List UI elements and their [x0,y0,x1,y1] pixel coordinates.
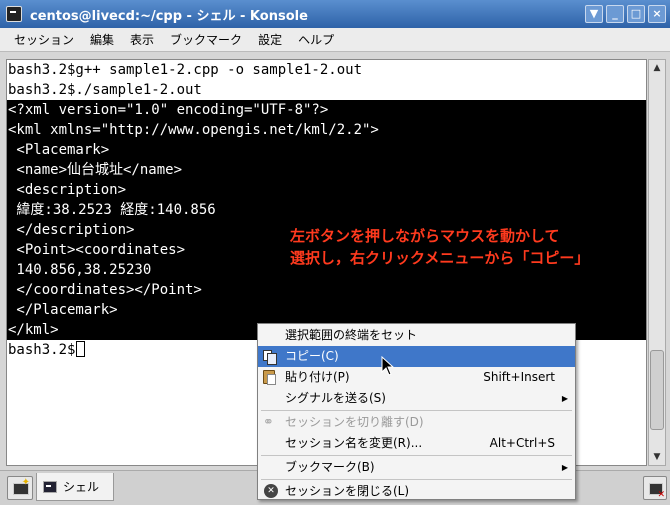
menu-item-detach-session: ⚭ セッションを切り離す(D) [258,412,575,433]
title-bar[interactable]: centos@livecd:~/cpp - シェル - Konsole ▼ _ … [0,0,670,28]
menu-item-set-selection-end[interactable]: 選択範囲の終端をセット [258,325,575,346]
terminal-line: bash3.2$g++ sample1-2.cpp -o sample1-2.o… [8,62,363,78]
close-session-button[interactable] [643,476,667,500]
menu-separator [261,410,572,411]
context-menu: 選択範囲の終端をセット コピー(C) 貼り付け(P) Shift+Insert … [257,323,576,500]
terminal-line-selected: 緯度:38.2523 経度:140.856 [7,200,646,220]
menu-item-rename-session[interactable]: セッション名を変更(R)... Alt+Ctrl+S [258,433,575,454]
close-session-icon: ✕ [264,484,278,498]
menu-item-label: コピー(C) [285,349,339,363]
terminal-icon [43,480,57,493]
paste-icon [263,370,276,385]
tab-label: シェル [63,480,100,494]
terminal-line-selected: </Placemark> [7,300,646,320]
konsole-app-icon[interactable] [6,6,22,22]
terminal-prompt: bash3.2$ [8,342,76,358]
copy-icon [263,350,277,365]
menu-item-copy[interactable]: コピー(C) [258,346,575,367]
menu-item-label: 貼り付け(P) [285,370,350,384]
instruction-annotation: 左ボタンを押しながらマウスを動かして 選択し，右クリックメニューから「コピー」 [290,225,589,269]
scrollbar-thumb[interactable] [650,350,664,430]
window-controls: ▼ _ □ × [585,5,666,23]
terminal-line-selected: <?xml version="1.0" encoding="UTF-8"?> [7,100,646,120]
close-window-button[interactable]: × [648,5,666,23]
terminal-line: bash3.2$./sample1-2.out [8,82,202,98]
terminal-scrollbar[interactable]: ▲ ▼ [648,59,666,466]
menu-session[interactable]: セッション [6,31,82,48]
menu-item-label: セッションを閉じる(L) [285,484,410,498]
menu-item-label: セッションを切り離す(D) [285,415,424,429]
terminal-line-selected: <Placemark> [7,140,646,160]
menu-item-bookmarks[interactable]: ブックマーク(B) ▶ [258,457,575,478]
maximize-button[interactable]: □ [627,5,645,23]
menu-edit[interactable]: 編集 [82,31,122,48]
menu-item-send-signal[interactable]: シグナルを送る(S) ▶ [258,388,575,409]
menu-item-label: 選択範囲の終端をセット [285,328,418,342]
menu-item-label: セッション名を変更(R)... [285,436,423,450]
menu-separator [261,455,572,456]
menu-view[interactable]: 表示 [122,31,162,48]
tab-shell[interactable]: シェル [36,473,114,501]
menu-item-label: ブックマーク(B) [285,460,375,474]
menu-item-paste[interactable]: 貼り付け(P) Shift+Insert [258,367,575,388]
scroll-up-arrow-icon[interactable]: ▲ [649,60,665,76]
terminal-line-selected: </coordinates></Point> [7,280,646,300]
window-menu-button[interactable]: ▼ [585,5,603,23]
annotation-line: 左ボタンを押しながらマウスを動かして [290,227,560,245]
terminal-line-selected: <kml xmlns="http://www.opengis.net/kml/2… [7,120,646,140]
minimize-button[interactable]: _ [606,5,624,23]
window-title: centos@livecd:~/cpp - シェル - Konsole [30,8,308,24]
menu-help[interactable]: ヘルプ [290,31,342,48]
scroll-down-arrow-icon[interactable]: ▼ [649,449,665,465]
annotation-line: 選択し，右クリックメニューから「コピー」 [290,249,590,267]
menu-bar: セッション 編集 表示 ブックマーク 設定 ヘルプ [0,28,670,52]
menu-item-shortcut: Shift+Insert [483,370,555,384]
submenu-arrow-icon: ▶ [561,463,568,472]
mouse-pointer-icon [381,356,395,376]
menu-item-label: シグナルを送る(S) [285,391,386,405]
menu-settings[interactable]: 設定 [250,31,290,48]
submenu-arrow-icon: ▶ [561,394,568,403]
detach-icon: ⚭ [263,415,274,430]
menu-bookmarks[interactable]: ブックマーク [162,31,250,48]
menu-item-close-session[interactable]: ✕ セッションを閉じる(L) [258,481,575,502]
new-session-button[interactable] [7,476,33,500]
menu-item-shortcut: Alt+Ctrl+S [489,436,555,450]
text-cursor [76,341,86,357]
terminal-line-selected: <description> [7,180,646,200]
menu-separator [261,479,572,480]
terminal-line-selected: <name>仙台城址</name> [7,160,646,180]
